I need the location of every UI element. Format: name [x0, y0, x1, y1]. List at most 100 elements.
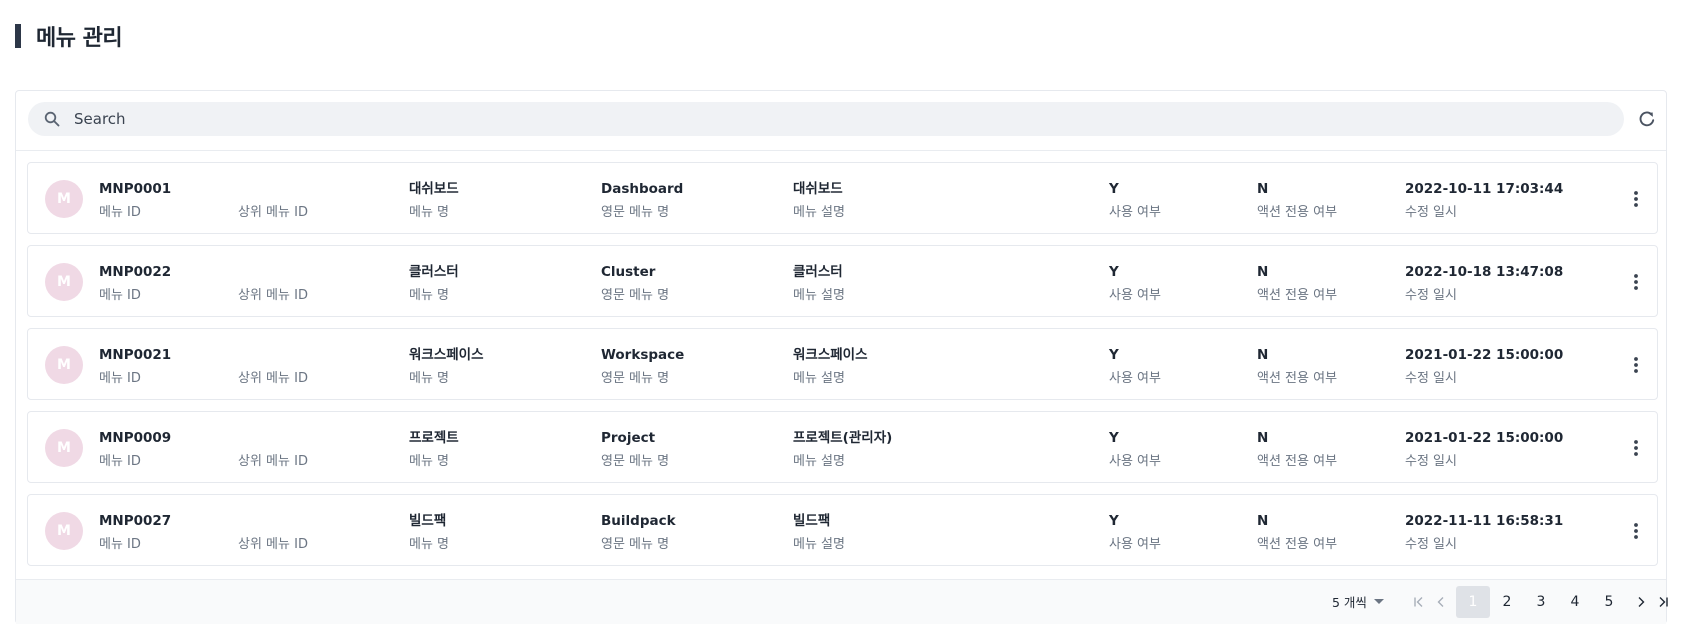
page-button-5[interactable]: 5 [1592, 586, 1626, 618]
next-page-icon[interactable] [1630, 586, 1652, 618]
english-menu-name-label: 영문 메뉴 명 [601, 288, 670, 303]
parent-menu-id-cell: 상위 메뉴 ID [238, 512, 308, 554]
action-only-flag-label: 액션 전용 여부 [1257, 288, 1338, 303]
list-item[interactable]: M MNP0021 메뉴 ID 상위 메뉴 ID 워크스페이스 메뉴 명 Workspace… [27, 328, 1658, 400]
list-item[interactable]: M MNP0001 메뉴 ID 상위 메뉴 ID 대쉬보드 메뉴 명 Dashboard 영문… [27, 162, 1658, 234]
menu-id-value: MNP0022 [99, 264, 172, 280]
parent-menu-id-value [238, 180, 308, 199]
action-only-flag-label: 액션 전용 여부 [1257, 537, 1338, 552]
use-flag-value: Y [1109, 513, 1119, 529]
action-only-flag-label: 액션 전용 여부 [1257, 371, 1338, 386]
parent-menu-id-label: 상위 메뉴 ID [238, 371, 308, 386]
menu-description-value: 워크스페이스 [793, 347, 868, 363]
action-only-flag-cell: N 액션 전용 여부 [1257, 429, 1337, 471]
modified-at-cell: 2022-10-11 17:03:44 수정 일시 [1405, 180, 1563, 222]
menu-name-label: 메뉴 명 [409, 288, 450, 303]
pager: 12345 [1408, 586, 1674, 618]
menu-name-value: 워크스페이스 [409, 347, 484, 363]
menu-id-value: MNP0009 [99, 430, 172, 446]
action-only-flag-cell: N 액션 전용 여부 [1257, 346, 1337, 388]
menu-id-value: MNP0027 [99, 513, 172, 529]
english-menu-name-label: 영문 메뉴 명 [601, 371, 670, 386]
modified-at-value: 2022-10-11 17:03:44 [1405, 181, 1564, 197]
menu-description-label: 메뉴 설명 [793, 288, 845, 303]
avatar: M [45, 346, 83, 384]
menu-description-value: 빌드팩 [793, 513, 831, 529]
use-flag-value: Y [1109, 430, 1119, 446]
menu-name-value: 프로젝트 [409, 430, 459, 446]
more-vertical-icon[interactable] [1626, 353, 1646, 377]
menu-name-label: 메뉴 명 [409, 537, 450, 552]
caret-down-icon [1373, 599, 1384, 604]
action-only-flag-value: N [1257, 347, 1269, 363]
more-vertical-icon[interactable] [1626, 270, 1646, 294]
english-menu-name-value: Cluster [601, 264, 656, 280]
more-vertical-icon[interactable] [1626, 519, 1646, 543]
pagination-footer: 5 개씩 12345 [16, 579, 1668, 624]
action-only-flag-value: N [1257, 430, 1269, 446]
english-menu-name-label: 영문 메뉴 명 [601, 454, 670, 469]
search-box[interactable] [28, 102, 1624, 136]
modified-at-cell: 2021-01-22 15:00:00 수정 일시 [1405, 346, 1563, 388]
english-menu-name-value: Project [601, 430, 656, 446]
use-flag-cell: Y 사용 여부 [1109, 346, 1161, 388]
menu-description-label: 메뉴 설명 [793, 454, 845, 469]
page-button-2[interactable]: 2 [1490, 586, 1524, 618]
menu-name-cell: 대쉬보드 메뉴 명 [409, 180, 459, 222]
page-button-3[interactable]: 3 [1524, 586, 1558, 618]
action-only-flag-value: N [1257, 264, 1269, 280]
menu-name-value: 대쉬보드 [409, 181, 459, 197]
english-menu-name-value: Buildpack [601, 513, 676, 529]
modified-at-value: 2021-01-22 15:00:00 [1405, 430, 1564, 446]
use-flag-value: Y [1109, 181, 1119, 197]
page-button-4[interactable]: 4 [1558, 586, 1592, 618]
list-item[interactable]: M MNP0009 메뉴 ID 상위 메뉴 ID 프로젝트 메뉴 명 Project 영문 메… [27, 411, 1658, 483]
menu-list: M MNP0001 메뉴 ID 상위 메뉴 ID 대쉬보드 메뉴 명 Dashboard 영문… [27, 162, 1658, 577]
menu-id-label: 메뉴 ID [99, 454, 141, 469]
parent-menu-id-value [238, 263, 308, 282]
menu-list-panel: M MNP0001 메뉴 ID 상위 메뉴 ID 대쉬보드메뉴 명 Dashboard 영문… [15, 90, 1668, 624]
search-input[interactable] [74, 103, 1624, 135]
use-flag-label: 사용 여부 [1109, 454, 1161, 469]
action-only-flag-value: N [1257, 513, 1269, 529]
avatar: M [45, 263, 83, 301]
action-only-flag-value: N [1257, 181, 1269, 197]
prev-page-icon[interactable] [1430, 586, 1452, 618]
use-flag-cell: Y 사용 여부 [1109, 263, 1161, 305]
page-numbers: 12345 [1456, 586, 1626, 618]
menu-name-cell: 클러스터 메뉴 명 [409, 263, 459, 305]
more-vertical-icon[interactable] [1626, 187, 1646, 211]
parent-menu-id-cell: 상위 메뉴 ID [238, 429, 308, 471]
page-size-select[interactable]: 5 개씩 [1332, 592, 1384, 611]
menu-description-cell: 클러스터메뉴 설명 [793, 263, 845, 305]
use-flag-label: 사용 여부 [1109, 537, 1161, 552]
menu-description-cell: 빌드팩메뉴 설명 [793, 512, 845, 554]
english-menu-name-cell: Dashboard 영문 메뉴 명 [601, 180, 683, 222]
title-accent-bar [15, 24, 21, 48]
page-button-1[interactable]: 1 [1456, 586, 1490, 618]
english-menu-name-label: 영문 메뉴 명 [601, 205, 670, 220]
more-vertical-icon[interactable] [1626, 436, 1646, 460]
list-item[interactable]: M MNP0027 메뉴 ID 상위 메뉴 ID 빌드팩 메뉴 명 Buildpack 영문 … [27, 494, 1658, 566]
modified-at-cell: 2021-01-22 15:00:00 수정 일시 [1405, 429, 1563, 471]
first-page-icon[interactable] [1408, 586, 1430, 618]
parent-menu-id-cell: 상위 메뉴 ID [238, 180, 308, 222]
menu-description-label: 메뉴 설명 [793, 537, 845, 552]
action-only-flag-label: 액션 전용 여부 [1257, 205, 1338, 220]
english-menu-name-label: 영문 메뉴 명 [601, 537, 670, 552]
menu-id-label: 메뉴 ID [99, 537, 141, 552]
modified-at-cell: 2022-11-11 16:58:31 수정 일시 [1405, 512, 1563, 554]
menu-id-value: MNP0021 [99, 347, 172, 363]
modified-at-label: 수정 일시 [1405, 454, 1457, 469]
menu-description-cell: 대쉬보드 메뉴 설명 [793, 180, 845, 222]
menu-description-label: 메뉴 설명 [793, 371, 845, 386]
refresh-icon[interactable] [1636, 108, 1658, 130]
menu-description-label: 메뉴 설명 [793, 205, 845, 220]
last-page-icon[interactable] [1652, 586, 1674, 618]
english-menu-name-cell: Cluster 영문 메뉴 명 [601, 263, 669, 305]
use-flag-value: Y [1109, 264, 1119, 280]
list-item[interactable]: M MNP0022 메뉴 ID 상위 메뉴 ID 클러스터 메뉴 명 Cluster 영문 메… [27, 245, 1658, 317]
menu-id-cell: MNP0001 메뉴 ID [99, 180, 171, 222]
menu-description-cell: 프로젝트(관리자) 메뉴 설명 [793, 429, 892, 471]
menu-description-value: 클러스터 [793, 264, 843, 280]
